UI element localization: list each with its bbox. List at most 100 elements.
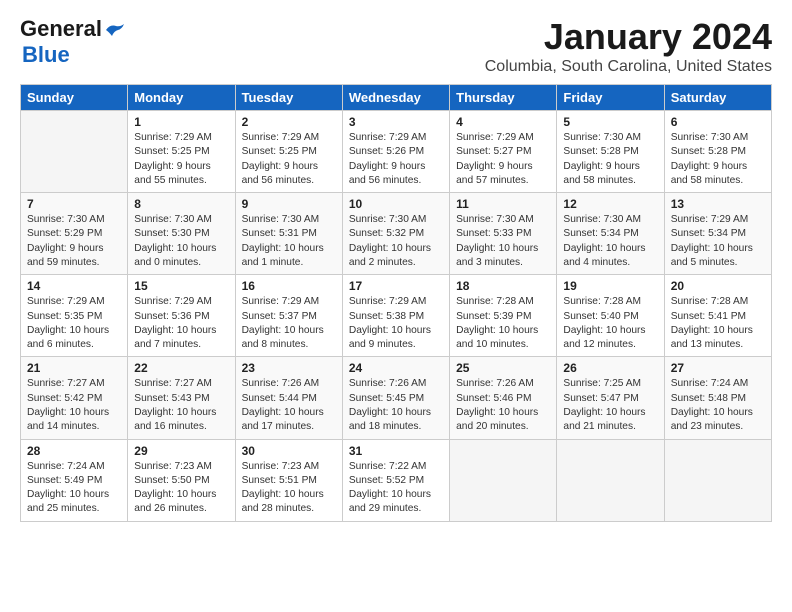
calendar-cell: 29Sunrise: 7:23 AMSunset: 5:50 PMDayligh… xyxy=(128,439,235,521)
day-number: 18 xyxy=(456,279,550,293)
day-number: 19 xyxy=(563,279,657,293)
calendar-cell: 24 Sunrise: 7:26 AMSunset: 5:45 PMDayligh… xyxy=(342,357,449,439)
logo-general: General xyxy=(20,16,102,42)
day-header-thursday: Thursday xyxy=(450,85,557,111)
day-number: 22 xyxy=(134,361,228,375)
calendar-cell: 20 Sunrise: 7:28 AMSunset: 5:41 PMDayligh… xyxy=(664,275,771,357)
day-number: 13 xyxy=(671,197,765,211)
calendar-cell xyxy=(664,439,771,521)
day-number: 15 xyxy=(134,279,228,293)
calendar-body: 1 Sunrise: 7:29 AMSunset: 5:25 PMDaylight… xyxy=(21,111,772,522)
calendar-cell: 14 Sunrise: 7:29 AMSunset: 5:35 PMDayligh… xyxy=(21,275,128,357)
day-number: 4 xyxy=(456,115,550,129)
week-row-4: 28Sunrise: 7:24 AMSunset: 5:49 PMDayligh… xyxy=(21,439,772,521)
calendar-cell: 25Sunrise: 7:26 AMSunset: 5:46 PMDayligh… xyxy=(450,357,557,439)
day-number: 7 xyxy=(27,197,121,211)
week-row-2: 14 Sunrise: 7:29 AMSunset: 5:35 PMDayligh… xyxy=(21,275,772,357)
cell-info: Sunrise: 7:24 AMSunset: 5:48 PMDaylight:… xyxy=(671,377,765,434)
cell-info: Sunrise: 7:27 AMSunset: 5:43 PMDaylight:… xyxy=(134,377,228,434)
cell-info: Sunrise: 7:28 AMSunset: 5:39 PMDaylight:… xyxy=(456,295,550,352)
calendar-cell: 8 Sunrise: 7:30 AMSunset: 5:30 PMDaylight… xyxy=(128,193,235,275)
cell-info: Sunrise: 7:29 AMSunset: 5:25 PMDaylight:… xyxy=(242,131,336,188)
logo-bird-icon xyxy=(104,22,126,38)
calendar-cell xyxy=(450,439,557,521)
cell-info: Sunrise: 7:30 AMSunset: 5:33 PMDaylight:… xyxy=(456,213,550,270)
calendar-cell: 1 Sunrise: 7:29 AMSunset: 5:25 PMDaylight… xyxy=(128,111,235,193)
logo: General Blue xyxy=(20,16,126,68)
calendar-cell: 11 Sunrise: 7:30 AMSunset: 5:33 PMDayligh… xyxy=(450,193,557,275)
cell-info: Sunrise: 7:29 AMSunset: 5:36 PMDaylight:… xyxy=(134,295,228,352)
day-header-sunday: Sunday xyxy=(21,85,128,111)
calendar-cell xyxy=(557,439,664,521)
day-number: 12 xyxy=(563,197,657,211)
calendar-cell: 10Sunrise: 7:30 AMSunset: 5:32 PMDayligh… xyxy=(342,193,449,275)
cell-info: Sunrise: 7:27 AMSunset: 5:42 PMDaylight:… xyxy=(27,377,121,434)
day-header-monday: Monday xyxy=(128,85,235,111)
cell-info: Sunrise: 7:28 AMSunset: 5:41 PMDaylight:… xyxy=(671,295,765,352)
day-number: 6 xyxy=(671,115,765,129)
calendar-cell: 7 Sunrise: 7:30 AMSunset: 5:29 PMDaylight… xyxy=(21,193,128,275)
day-number: 17 xyxy=(349,279,443,293)
calendar-cell: 31Sunrise: 7:22 AMSunset: 5:52 PMDayligh… xyxy=(342,439,449,521)
calendar-cell: 15 Sunrise: 7:29 AMSunset: 5:36 PMDayligh… xyxy=(128,275,235,357)
cell-info: Sunrise: 7:23 AMSunset: 5:51 PMDaylight:… xyxy=(242,460,336,517)
cell-info: Sunrise: 7:26 AMSunset: 5:46 PMDaylight:… xyxy=(456,377,550,434)
cell-info: Sunrise: 7:28 AMSunset: 5:40 PMDaylight:… xyxy=(563,295,657,352)
calendar-cell: 27 Sunrise: 7:24 AMSunset: 5:48 PMDayligh… xyxy=(664,357,771,439)
calendar-cell: 3Sunrise: 7:29 AMSunset: 5:26 PMDaylight… xyxy=(342,111,449,193)
calendar-cell: 5 Sunrise: 7:30 AMSunset: 5:28 PMDaylight… xyxy=(557,111,664,193)
cell-info: Sunrise: 7:29 AMSunset: 5:37 PMDaylight:… xyxy=(242,295,336,352)
calendar-cell: 17Sunrise: 7:29 AMSunset: 5:38 PMDayligh… xyxy=(342,275,449,357)
calendar-title: January 2024 xyxy=(485,16,772,58)
day-number: 20 xyxy=(671,279,765,293)
title-area: January 2024 Columbia, South Carolina, U… xyxy=(485,16,772,76)
calendar-cell: 13Sunrise: 7:29 AMSunset: 5:34 PMDayligh… xyxy=(664,193,771,275)
cell-info: Sunrise: 7:30 AMSunset: 5:31 PMDaylight:… xyxy=(242,213,336,270)
day-number: 1 xyxy=(134,115,228,129)
cell-info: Sunrise: 7:29 AMSunset: 5:35 PMDaylight:… xyxy=(27,295,121,352)
cell-info: Sunrise: 7:26 AMSunset: 5:45 PMDaylight:… xyxy=(349,377,443,434)
calendar-cell: 21Sunrise: 7:27 AMSunset: 5:42 PMDayligh… xyxy=(21,357,128,439)
day-number: 29 xyxy=(134,444,228,458)
day-number: 5 xyxy=(563,115,657,129)
day-number: 11 xyxy=(456,197,550,211)
calendar-cell: 19 Sunrise: 7:28 AMSunset: 5:40 PMDayligh… xyxy=(557,275,664,357)
calendar-cell: 6Sunrise: 7:30 AMSunset: 5:28 PMDaylight… xyxy=(664,111,771,193)
cell-info: Sunrise: 7:29 AMSunset: 5:27 PMDaylight:… xyxy=(456,131,550,188)
day-header-saturday: Saturday xyxy=(664,85,771,111)
day-number: 3 xyxy=(349,115,443,129)
day-number: 16 xyxy=(242,279,336,293)
day-number: 14 xyxy=(27,279,121,293)
cell-info: Sunrise: 7:30 AMSunset: 5:34 PMDaylight:… xyxy=(563,213,657,270)
day-number: 9 xyxy=(242,197,336,211)
week-row-0: 1 Sunrise: 7:29 AMSunset: 5:25 PMDaylight… xyxy=(21,111,772,193)
cell-info: Sunrise: 7:30 AMSunset: 5:30 PMDaylight:… xyxy=(134,213,228,270)
cell-info: Sunrise: 7:29 AMSunset: 5:25 PMDaylight:… xyxy=(134,131,228,188)
day-header-tuesday: Tuesday xyxy=(235,85,342,111)
calendar-cell: 22 Sunrise: 7:27 AMSunset: 5:43 PMDayligh… xyxy=(128,357,235,439)
calendar-cell: 26 Sunrise: 7:25 AMSunset: 5:47 PMDayligh… xyxy=(557,357,664,439)
cell-info: Sunrise: 7:30 AMSunset: 5:28 PMDaylight:… xyxy=(563,131,657,188)
calendar-cell: 23Sunrise: 7:26 AMSunset: 5:44 PMDayligh… xyxy=(235,357,342,439)
calendar-cell: 4 Sunrise: 7:29 AMSunset: 5:27 PMDaylight… xyxy=(450,111,557,193)
cell-info: Sunrise: 7:24 AMSunset: 5:49 PMDaylight:… xyxy=(27,460,121,517)
day-number: 10 xyxy=(349,197,443,211)
week-row-3: 21Sunrise: 7:27 AMSunset: 5:42 PMDayligh… xyxy=(21,357,772,439)
calendar-cell: 2 Sunrise: 7:29 AMSunset: 5:25 PMDaylight… xyxy=(235,111,342,193)
day-number: 27 xyxy=(671,361,765,375)
day-number: 26 xyxy=(563,361,657,375)
calendar-header-row: SundayMondayTuesdayWednesdayThursdayFrid… xyxy=(21,85,772,111)
day-number: 2 xyxy=(242,115,336,129)
calendar-cell: 28Sunrise: 7:24 AMSunset: 5:49 PMDayligh… xyxy=(21,439,128,521)
cell-info: Sunrise: 7:30 AMSunset: 5:29 PMDaylight:… xyxy=(27,213,121,270)
day-number: 23 xyxy=(242,361,336,375)
day-number: 8 xyxy=(134,197,228,211)
calendar-cell: 9 Sunrise: 7:30 AMSunset: 5:31 PMDaylight… xyxy=(235,193,342,275)
day-number: 30 xyxy=(242,444,336,458)
cell-info: Sunrise: 7:25 AMSunset: 5:47 PMDaylight:… xyxy=(563,377,657,434)
calendar-cell: 18 Sunrise: 7:28 AMSunset: 5:39 PMDayligh… xyxy=(450,275,557,357)
day-number: 24 xyxy=(349,361,443,375)
logo-blue: Blue xyxy=(22,42,70,67)
calendar-cell: 12 Sunrise: 7:30 AMSunset: 5:34 PMDayligh… xyxy=(557,193,664,275)
header: General Blue January 2024 Columbia, Sout… xyxy=(20,16,772,76)
